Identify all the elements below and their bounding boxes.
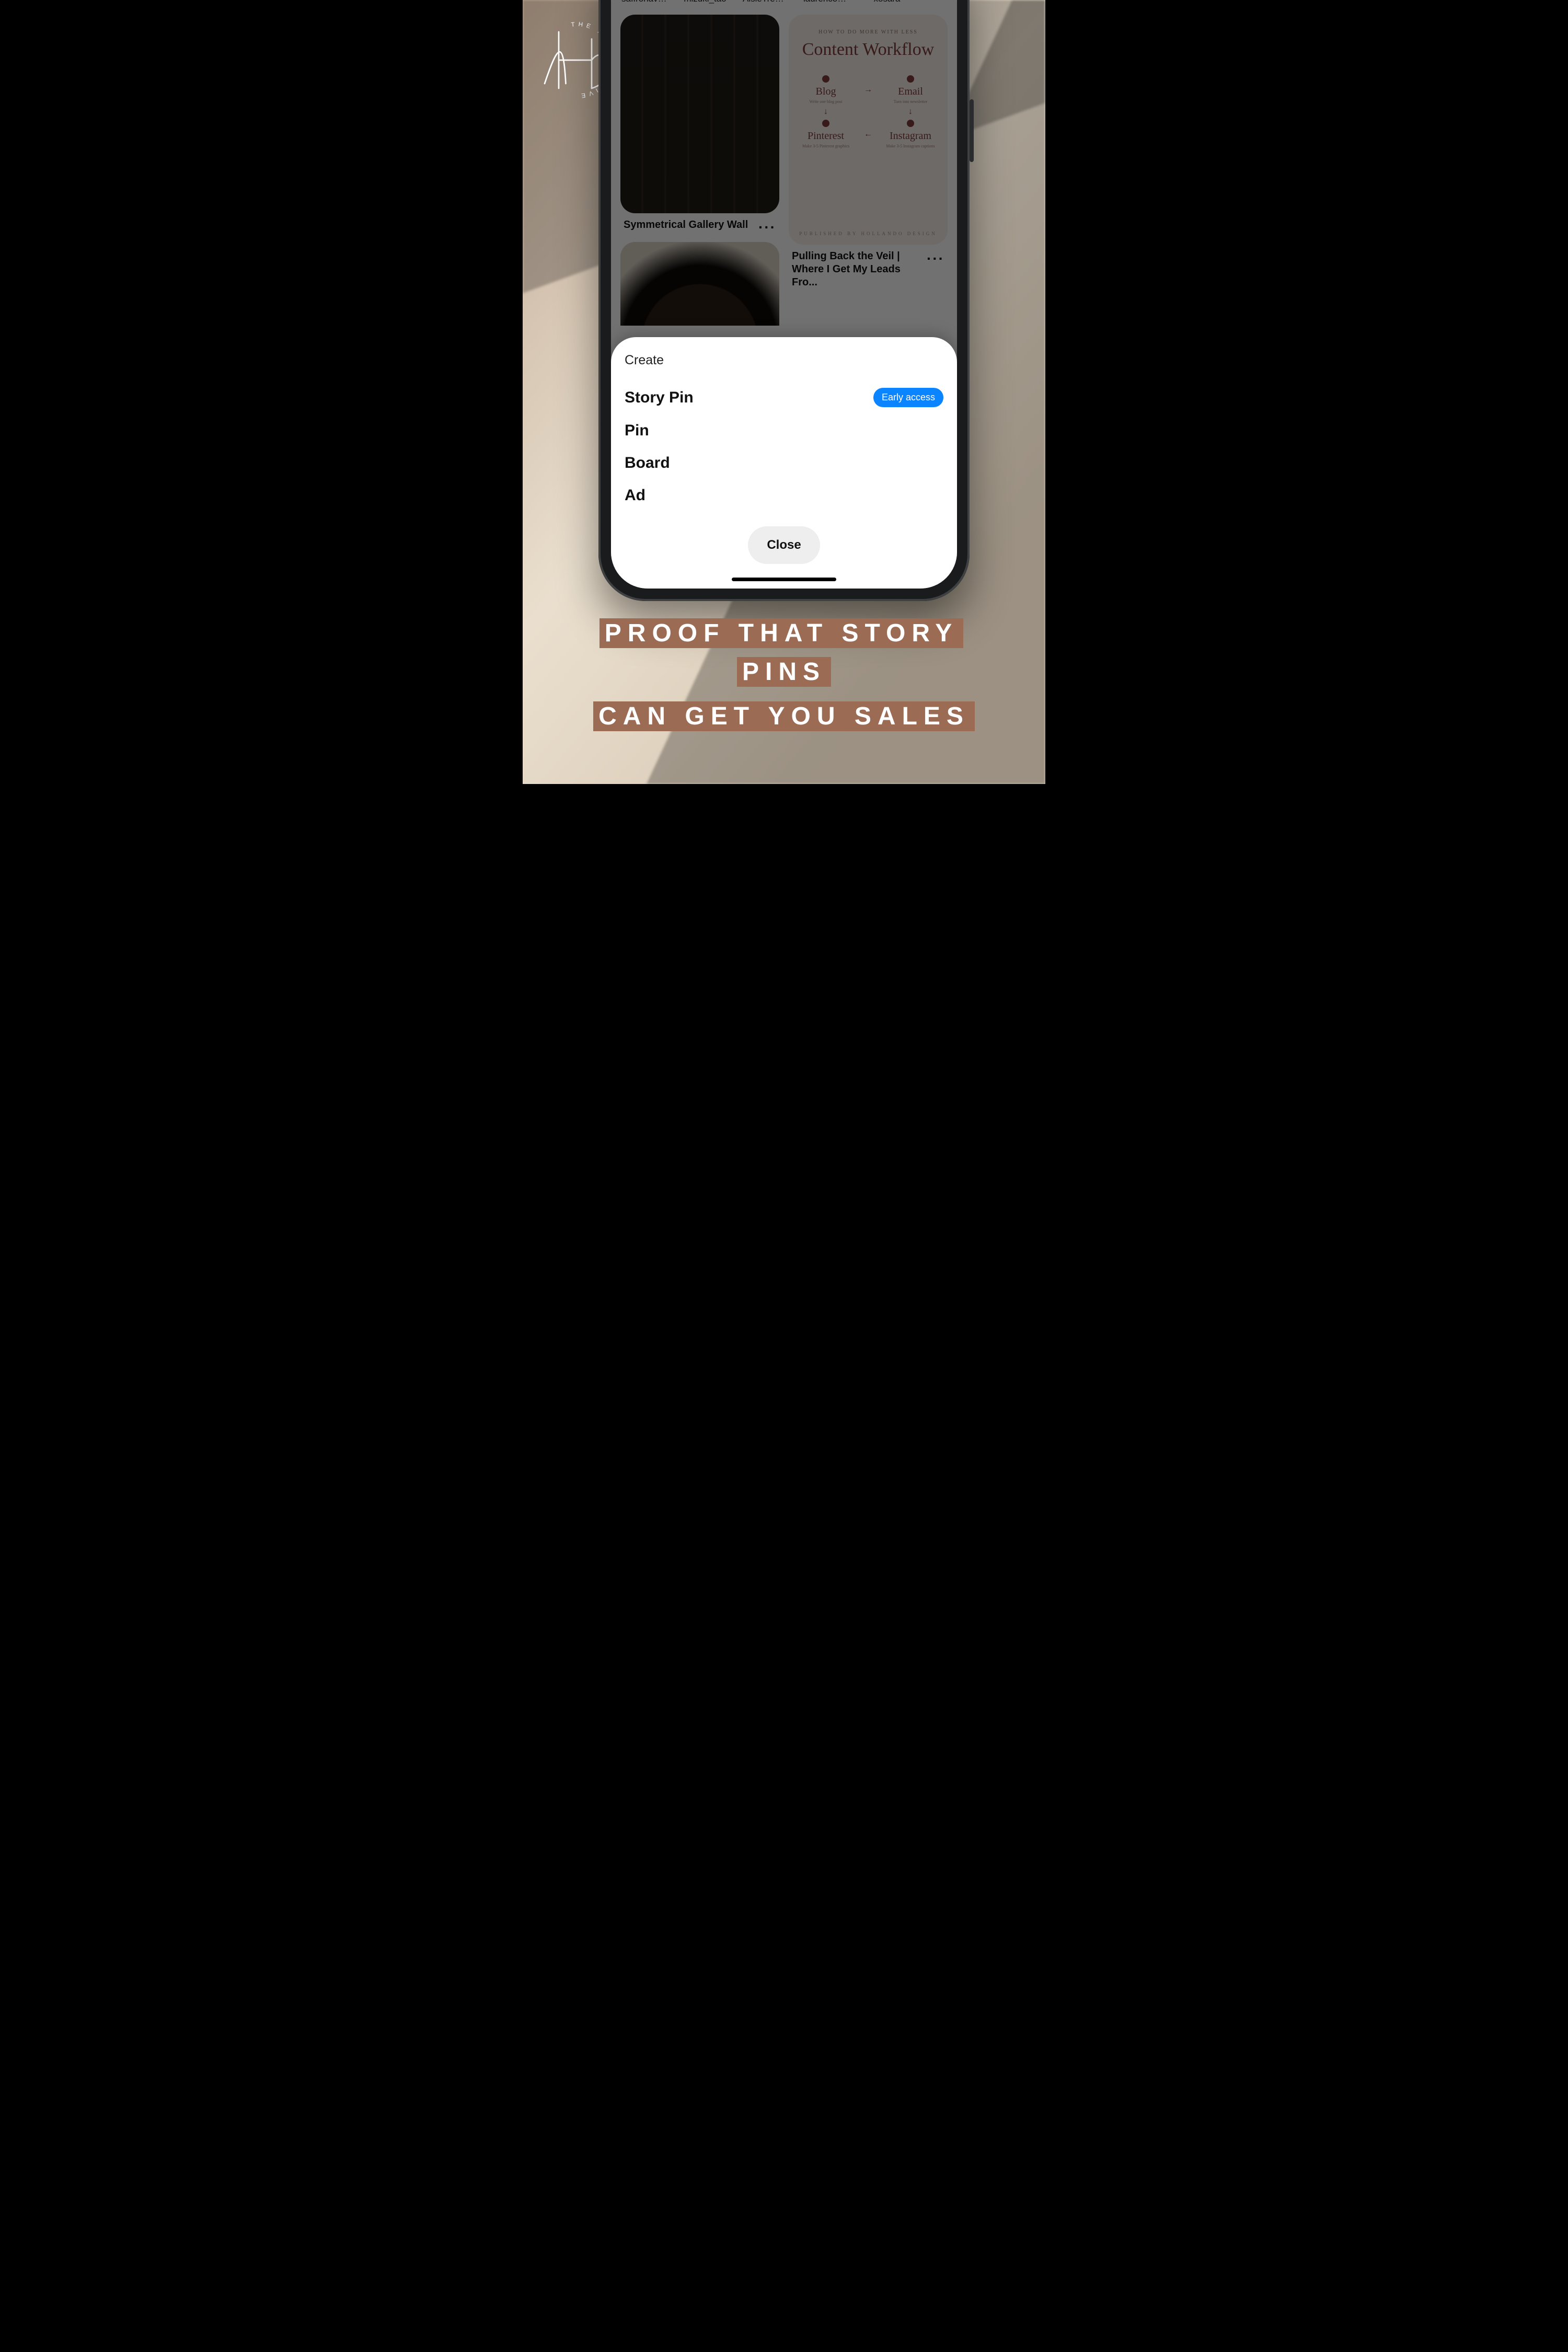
option-label: Board	[625, 454, 670, 472]
caption-line-2: CAN GET YOU SALES	[593, 701, 975, 731]
close-button[interactable]: Close	[748, 526, 820, 564]
option-label: Story Pin	[625, 389, 694, 407]
home-indicator[interactable]	[732, 578, 836, 581]
headline-caption: PROOF THAT STORY PINS CAN GET YOU SALES	[523, 614, 1045, 736]
phone-screen: saffronavenuemizuki_taoAisleTrendsby...l…	[611, 0, 957, 589]
promo-graphic: THE HALCYON HIVE saffronavenuemizuki_tao…	[523, 0, 1045, 784]
phone-frame: saffronavenuemizuki_taoAisleTrendsby...l…	[598, 0, 970, 601]
caption-line-1: PROOF THAT STORY PINS	[599, 618, 963, 687]
create-option-pin[interactable]: Pin	[625, 414, 943, 447]
create-option-board[interactable]: Board	[625, 447, 943, 479]
create-sheet: Create Story Pin Early access Pin Board …	[611, 337, 957, 589]
early-access-badge: Early access	[873, 388, 943, 407]
create-option-ad[interactable]: Ad	[625, 479, 943, 512]
create-option-story-pin[interactable]: Story Pin Early access	[625, 381, 943, 414]
option-label: Pin	[625, 422, 649, 440]
sheet-heading: Create	[625, 353, 943, 368]
option-label: Ad	[625, 487, 645, 504]
